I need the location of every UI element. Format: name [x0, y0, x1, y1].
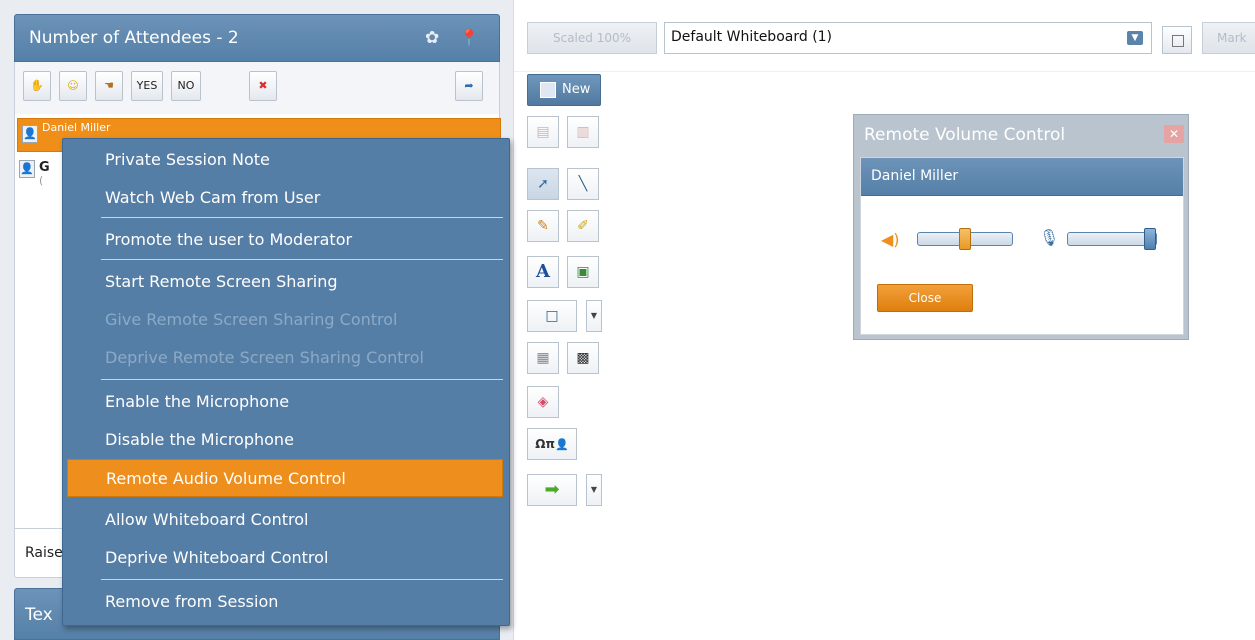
grid-tool-button[interactable]: ▦	[527, 342, 559, 374]
pen-tool-button[interactable]: ✎	[527, 210, 559, 242]
next-page-button[interactable]: ➡	[527, 474, 577, 506]
menu-item-allow-whiteboard-control[interactable]: Allow Whiteboard Control	[63, 501, 509, 539]
clear-status-button[interactable]: ✖	[249, 71, 277, 101]
red-x-icon: ✖	[258, 79, 268, 92]
mic-volume-slider[interactable]	[1067, 228, 1157, 250]
speaker-icon: ◀)	[881, 230, 900, 249]
image-tool-button[interactable]: ▣	[567, 256, 599, 288]
whiteboard-select[interactable]: Default Whiteboard (1) ▼	[664, 22, 1152, 54]
close-icon[interactable]: ✕	[1164, 125, 1184, 143]
no-button[interactable]: NO	[171, 71, 201, 101]
menu-item-watch-web-cam[interactable]: Watch Web Cam from User	[63, 179, 509, 217]
eraser-tool-button[interactable]: ◈	[527, 386, 559, 418]
menu-item-private-session-note[interactable]: Private Session Note	[63, 141, 509, 179]
thumb-icon: ☚	[104, 79, 114, 92]
gear-icon[interactable]: ✿	[425, 15, 439, 61]
user-icon: 👤	[555, 438, 569, 451]
eraser-icon: ◈	[537, 394, 549, 410]
user-context-menu: Private Session Note Watch Web Cam from …	[62, 138, 510, 626]
whiteboard-select-value: Default Whiteboard (1)	[671, 29, 833, 45]
menu-item-give-screen-sharing-control[interactable]: Give Remote Screen Sharing Control	[63, 301, 509, 339]
square-icon	[1172, 35, 1184, 47]
delete-page-button[interactable]: ▤	[527, 116, 559, 148]
highlighter-icon: ✐	[577, 218, 589, 234]
raise-hand-button[interactable]: ✋	[23, 71, 51, 101]
new-page-icon	[540, 82, 556, 98]
menu-item-remote-audio-volume-control[interactable]: Remote Audio Volume Control	[67, 459, 503, 497]
menu-item-promote-moderator[interactable]: Promote the user to Moderator	[63, 221, 509, 259]
arrow-right-icon: ➦	[464, 79, 474, 92]
yes-label: YES	[136, 79, 158, 92]
yes-button[interactable]: YES	[131, 71, 163, 101]
line-tool-button[interactable]: ╲	[567, 168, 599, 200]
delete-page-icon: ▤	[536, 124, 550, 140]
attendee-toolbar: ✋ ☺ ☚ YES NO ✖ ➦	[14, 62, 500, 114]
chevron-down-icon: ▼	[1127, 31, 1143, 45]
close-button[interactable]: Close	[877, 284, 973, 312]
fullscreen-button[interactable]	[1162, 26, 1192, 54]
clear-page-button[interactable]: ▥	[567, 116, 599, 148]
text-icon: A	[536, 261, 550, 282]
no-label: NO	[177, 79, 195, 92]
menu-item-start-remote-screen-sharing[interactable]: Start Remote Screen Sharing	[63, 263, 509, 301]
attendees-title: Number of Attendees - 2	[29, 28, 239, 48]
speaker-volume-thumb[interactable]	[959, 228, 971, 250]
line-icon: ╲	[578, 176, 588, 192]
speaker-volume-slider[interactable]	[917, 228, 1013, 250]
smiley-icon: ☺	[67, 79, 79, 92]
rectangle-icon: □	[545, 308, 559, 324]
grid-icon: ▦	[536, 350, 550, 366]
menu-item-deprive-whiteboard-control[interactable]: Deprive Whiteboard Control	[63, 539, 509, 577]
pencil-icon: ✎	[537, 218, 549, 234]
dialog-user-name: Daniel Miller	[861, 158, 1183, 196]
pointer-icon: ➚	[537, 176, 549, 192]
smiley-button[interactable]: ☺	[59, 71, 87, 101]
image-icon: ▣	[576, 264, 590, 280]
microphone-icon: 🎙	[1039, 228, 1060, 247]
shape-tool-button[interactable]: □	[527, 300, 577, 332]
symbols-tool-button[interactable]: Ωπ👤	[527, 428, 577, 460]
highlighter-tool-button[interactable]: ✐	[567, 210, 599, 242]
menu-item-disable-microphone[interactable]: Disable the Microphone	[63, 421, 509, 459]
chevron-down-icon: ▼	[590, 311, 598, 320]
attendee-status: (	[39, 174, 44, 187]
menu-separator	[101, 217, 503, 218]
hand-icon: ✋	[30, 79, 44, 92]
raise-label: Raise	[25, 545, 63, 561]
avatar: 👤	[19, 160, 35, 178]
scale-button[interactable]: Scaled 100%	[527, 22, 657, 54]
menu-item-remove-from-session[interactable]: Remove from Session	[63, 583, 509, 621]
chevron-down-icon: ▼	[590, 485, 598, 494]
thumb-button[interactable]: ☚	[95, 71, 123, 101]
shape-dropdown[interactable]: ▼	[586, 300, 602, 332]
next-page-dropdown[interactable]: ▼	[586, 474, 602, 506]
avatar: 👤	[22, 125, 38, 143]
clear-page-icon: ▥	[576, 124, 590, 140]
attendees-header: Number of Attendees - 2 ✿ 📍	[14, 14, 500, 62]
share-button[interactable]: ➦	[455, 71, 483, 101]
text-chat-title: Tex	[25, 605, 53, 625]
mic-volume-thumb[interactable]	[1144, 228, 1156, 250]
attendee-name: G	[39, 160, 50, 175]
remote-volume-dialog: Remote Volume Control ✕ Daniel Miller ◀)…	[853, 114, 1189, 340]
menu-separator	[101, 579, 503, 580]
menu-separator	[101, 379, 503, 380]
menu-item-deprive-screen-sharing-control[interactable]: Deprive Remote Screen Sharing Control	[63, 339, 509, 377]
menu-separator	[101, 259, 503, 260]
table-icon: ▩	[576, 350, 590, 366]
select-tool-button[interactable]: ➚	[527, 168, 559, 200]
attendee-name: Daniel Miller	[42, 121, 111, 134]
new-whiteboard-button[interactable]: New	[527, 74, 601, 106]
dialog-title: Remote Volume Control	[864, 125, 1066, 145]
text-tool-button[interactable]: A	[527, 256, 559, 288]
symbols-label: Ωπ	[535, 437, 555, 451]
menu-item-enable-microphone[interactable]: Enable the Microphone	[63, 383, 509, 421]
location-pin-icon[interactable]: 📍	[459, 15, 479, 61]
arrow-right-icon: ➡	[544, 479, 560, 500]
table-tool-button[interactable]: ▩	[567, 342, 599, 374]
new-label: New	[562, 82, 591, 97]
dialog-body: Daniel Miller ◀) 🎙 Close	[860, 157, 1184, 335]
mark-button[interactable]: Mark	[1202, 22, 1255, 54]
